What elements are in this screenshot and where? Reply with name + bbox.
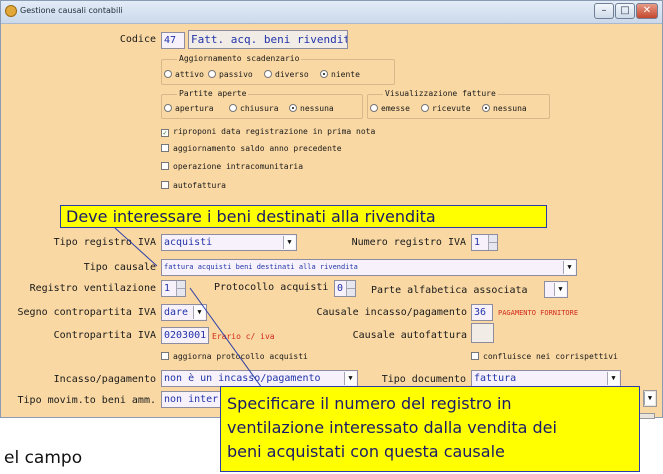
contropartita-iva-label: Contropartita IVA [53,330,156,341]
numero-registro-iva-input[interactable]: 1 [471,234,498,251]
chevron-down-icon[interactable]: ▼ [644,392,655,405]
radio-selected-icon [482,104,490,112]
radio-nessuna-partite[interactable]: nessuna [289,104,334,114]
radio-diverso[interactable]: diverso [264,70,309,80]
incasso-pagamento-label: Incasso/pagamento [53,374,156,385]
protocollo-acquisti-label: Protocollo acquisti [214,282,329,293]
radio-circle-icon [164,70,172,78]
radio-selected-icon [289,104,297,112]
tipo-registro-iva-select[interactable]: acquisti ▼ [161,234,297,251]
contropartita-iva-description: Erario c/ iva [212,332,275,341]
radio-passivo[interactable]: passivo [208,70,253,80]
spinner-icon[interactable] [176,281,185,296]
tooltip-registro-ventilazione: Specificare il numero del registro in ve… [220,386,640,472]
radio-apertura[interactable]: apertura [164,104,214,114]
causale-incasso-label: Causale incasso/pagamento [316,307,467,318]
checkbox-icon [161,181,169,189]
chevron-down-icon[interactable]: ▼ [607,372,619,385]
incasso-pagamento-select[interactable]: non è un incasso/pagamento ▼ [161,370,358,387]
tooltip-rivendita: Deve interessare i beni destinati alla r… [60,205,547,228]
radio-circle-icon [208,70,216,78]
causale-incasso-description: PAGAMENTO FORNITORE [498,309,579,317]
title-bar: Gestione causali contabili – □ ✕ [1,1,662,24]
tipo-causale-select[interactable]: fattura acquisti beni destinati alla riv… [161,259,577,276]
radio-chiusura[interactable]: chiusura [229,104,279,114]
radio-circle-icon [264,70,272,78]
tipo-documento-label: Tipo documento [381,374,466,385]
checkbox-aggiorna-protocollo[interactable]: aggiorna protocollo acquisti [161,352,308,362]
radio-emesse[interactable]: emesse [370,104,410,114]
radio-selected-icon [320,70,328,78]
numero-registro-iva-label: Numero registro IVA [351,237,466,248]
checkbox-autofattura[interactable]: autofattura [161,181,226,191]
app-icon [5,5,17,17]
spinner-icon[interactable] [346,281,355,296]
checkbox-confluisce[interactable]: confluisce nei corrispettivi [471,352,618,362]
visualizzazione-fatture-title: Visualizzazione fatture [383,89,498,98]
radio-circle-icon [229,104,237,112]
radio-ricevute[interactable]: ricevute [421,104,471,114]
chevron-down-icon[interactable]: ▼ [563,261,575,274]
radio-nessuna-fatture[interactable]: nessuna [482,104,527,114]
partite-aperte-title: Partite aperte [177,89,249,98]
tipo-registro-iva-label: Tipo registro IVA [53,237,156,248]
window-title: Gestione causali contabili [20,6,123,15]
causale-autofattura-label: Causale autofattura [352,330,467,341]
registro-ventilazione-input[interactable]: 1 [161,280,186,297]
parte-alfabetica-select[interactable]: ▼ [544,281,568,298]
codice-label: Codice [119,34,156,45]
checkbox-icon [161,162,169,170]
checkbox-riproponi[interactable]: ✓ riproponi data registrazione in prima n… [161,127,375,137]
checkbox-icon [161,352,169,360]
radio-circle-icon [370,104,378,112]
segno-contropartita-select[interactable]: dare ▼ [161,304,207,321]
contropartita-iva-input[interactable]: 0203001 [161,327,209,344]
close-button[interactable]: ✕ [636,3,658,19]
checkbox-icon [161,144,169,152]
radio-attivo[interactable]: attivo [164,70,204,80]
maximize-button[interactable]: □ [615,3,635,19]
tipo-movim-dropdown-button[interactable]: ▼ [643,390,657,407]
radio-circle-icon [421,104,429,112]
radio-circle-icon [164,104,172,112]
segno-contropartita-label: Segno contropartita IVA [17,307,156,318]
spinner-icon[interactable] [488,235,497,250]
codice-input[interactable]: 47 [161,32,185,49]
tipo-documento-select[interactable]: fattura ▼ [471,370,621,387]
chevron-down-icon[interactable]: ▼ [554,283,566,296]
checkbox-intracomunitaria[interactable]: operazione intracomunitaria [161,162,303,172]
codice-description: Fatt. acq. beni rivendita [188,30,348,49]
chevron-down-icon[interactable]: ▼ [193,306,205,319]
registro-ventilazione-label: Registro ventilazione [29,283,156,294]
aggiornamento-scadenzario-title: Aggiornamento scadenzario [177,54,302,63]
tipo-movim-beni-label: Tipo movim.to beni amm. [17,395,156,406]
bottom-text-fragment: el campo [4,448,83,468]
chevron-down-icon[interactable]: ▼ [283,236,295,249]
radio-niente[interactable]: niente [320,70,360,80]
protocollo-acquisti-input[interactable]: 0 [334,280,356,297]
causale-incasso-input[interactable]: 36 [471,304,493,321]
parte-alfabetica-label: Parte alfabetica associata [371,285,528,296]
checkbox-aggiornamento-saldo[interactable]: aggiornamento saldo anno precedente [161,144,342,154]
checkmark-icon: ✓ [161,129,169,137]
checkbox-icon [471,352,479,360]
causale-autofattura-input[interactable] [471,323,494,343]
minimize-button[interactable]: – [594,3,614,19]
tipo-causale-label: Tipo causale [83,262,156,273]
